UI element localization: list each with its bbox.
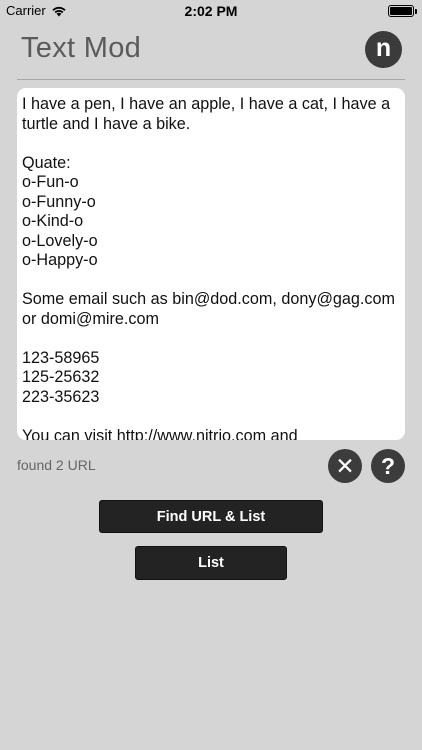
battery-icon [388, 5, 417, 17]
found-url-count: found 2 URL [17, 457, 96, 473]
status-time: 2:02 PM [184, 3, 238, 19]
text-editor[interactable]: I have a pen, I have an apple, I have a … [17, 88, 405, 440]
find-url-list-button[interactable]: Find URL & List [99, 500, 323, 533]
header: Text Mod n [17, 28, 405, 80]
help-icon[interactable]: ? [371, 449, 405, 483]
clear-icon[interactable]: ✕ [328, 449, 362, 483]
app-logo-icon[interactable]: n [365, 31, 402, 68]
list-button[interactable]: List [135, 546, 287, 580]
battery-fill [390, 7, 412, 15]
status-bar: Carrier 2:02 PM [0, 0, 422, 22]
app-title: Text Mod [21, 32, 142, 64]
